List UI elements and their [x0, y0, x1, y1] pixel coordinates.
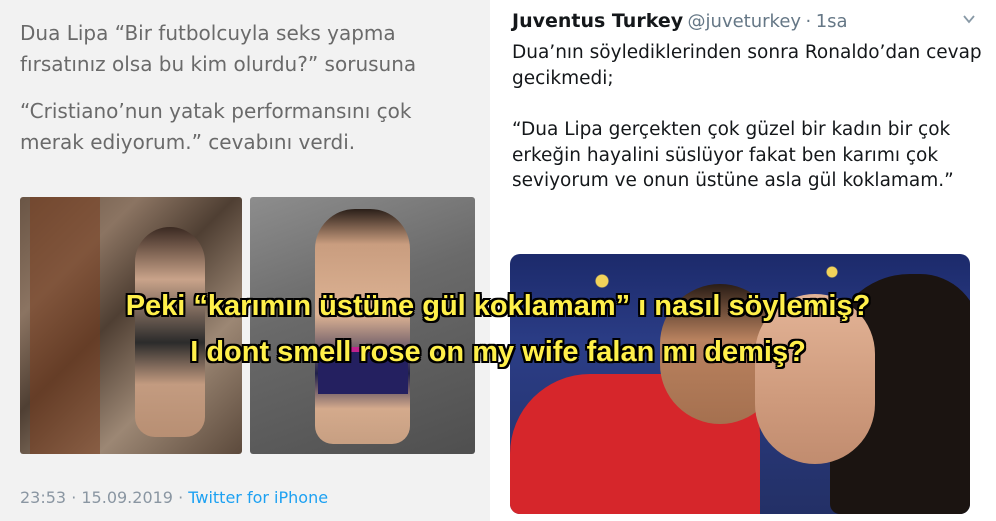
tweet-header: Juventus Turkey @juveturkey · 1sa	[512, 10, 982, 36]
left-tweet-paragraph-1: Dua Lipa “Bir futbolcuyla seks yapma fır…	[20, 21, 417, 76]
header-separator: ·	[805, 11, 812, 32]
caption-line-1: Peki “karımın üstüne gül koklamam” ı nas…	[125, 290, 871, 322]
account-handle[interactable]: @juveturkey	[688, 11, 802, 32]
left-tweet-screenshot: Dua Lipa “Bir futbolcuyla seks yapma fır…	[0, 0, 490, 521]
right-tweet-text: Dua’nın söylediklerinden sonra Ronaldo’d…	[512, 40, 982, 220]
left-tweet-paragraph-2: “Cristiano’nun yatak performansını çok m…	[20, 99, 412, 154]
tweet-source-link[interactable]: Twitter for iPhone	[188, 488, 328, 507]
overlay-caption: Peki “karımın üstüne gül koklamam” ı nas…	[0, 283, 996, 375]
account-name[interactable]: Juventus Turkey	[512, 10, 683, 32]
right-tweet-paragraph-2: “Dua Lipa gerçekten çok güzel bir kadın …	[512, 119, 954, 191]
chevron-down-icon[interactable]	[962, 12, 976, 26]
left-tweet-meta: 23:53 · 15.09.2019 · Twitter for iPhone	[20, 488, 328, 507]
left-tweet-text: Dua Lipa “Bir futbolcuyla seks yapma fır…	[20, 18, 480, 174]
tweet-time[interactable]: 1sa	[816, 11, 848, 32]
caption-line-2: I dont smell rose on my wife falan mı de…	[190, 336, 806, 368]
right-tweet-paragraph-1: Dua’nın söylediklerinden sonra Ronaldo’d…	[512, 42, 982, 89]
right-tweet-screenshot: Juventus Turkey @juveturkey · 1sa Dua’nı…	[496, 0, 996, 521]
tweet-timestamp: 23:53 · 15.09.2019 ·	[20, 488, 184, 507]
